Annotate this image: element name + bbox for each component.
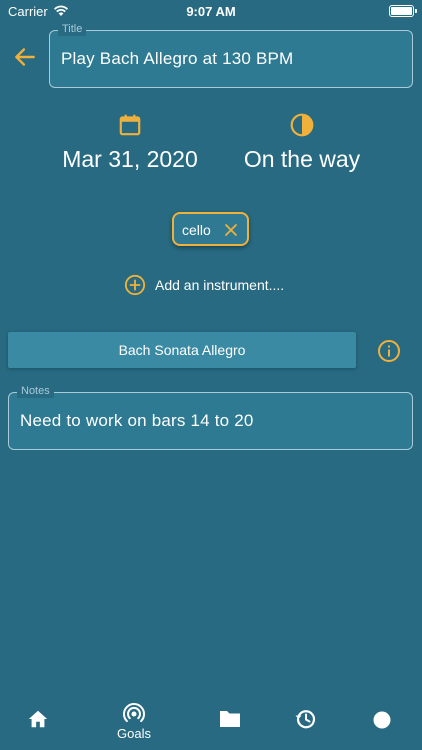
notes-field-value[interactable]: Need to work on bars 14 to 20: [20, 411, 254, 431]
half-circle-icon: [290, 113, 314, 137]
goal-status-value: On the way: [243, 146, 361, 172]
folder-icon: [220, 711, 240, 727]
circle-icon: [373, 711, 391, 729]
notes-field-label: Notes: [17, 384, 54, 398]
goal-status[interactable]: On the way: [202, 112, 402, 173]
info-icon[interactable]: [377, 339, 401, 363]
nav-folders[interactable]: [200, 696, 260, 750]
close-icon[interactable]: [224, 223, 238, 237]
goals-icon: [123, 703, 145, 723]
nav-profile[interactable]: [352, 696, 412, 750]
back-arrow-icon[interactable]: [12, 44, 38, 70]
notes-field[interactable]: Notes Need to work on bars 14 to 20: [8, 384, 413, 450]
nav-goals[interactable]: Goals: [104, 696, 164, 750]
title-field[interactable]: Title Play Bach Allegro at 130 BPM: [49, 22, 413, 88]
nav-goals-label: Goals: [117, 726, 151, 741]
nav-home[interactable]: [8, 696, 68, 750]
title-field-label: Title: [58, 22, 87, 36]
nav-history[interactable]: [276, 696, 336, 750]
edit-goal-screen: Carrier 9:07 AM Title Play Bach Allegro …: [0, 0, 422, 750]
history-icon: [295, 710, 316, 729]
status-time: 9:07 AM: [186, 4, 236, 19]
battery-icon: [389, 5, 417, 17]
home-icon: [28, 710, 48, 728]
bottom-nav: Goals: [0, 696, 422, 750]
calendar-icon: [119, 114, 141, 136]
due-date[interactable]: Mar 31, 2020: [30, 112, 230, 173]
title-field-value[interactable]: Play Bach Allegro at 130 BPM: [61, 49, 293, 69]
due-date-value: Mar 31, 2020: [62, 146, 198, 172]
piece-button[interactable]: Bach Sonata Allegro: [8, 332, 356, 368]
add-instrument-label: Add an instrument....: [155, 277, 285, 293]
add-circle-icon: [124, 274, 146, 296]
instrument-chip[interactable]: cello: [172, 212, 249, 246]
instrument-chip-label: cello: [182, 222, 211, 238]
status-bar: Carrier 9:07 AM: [0, 0, 422, 24]
